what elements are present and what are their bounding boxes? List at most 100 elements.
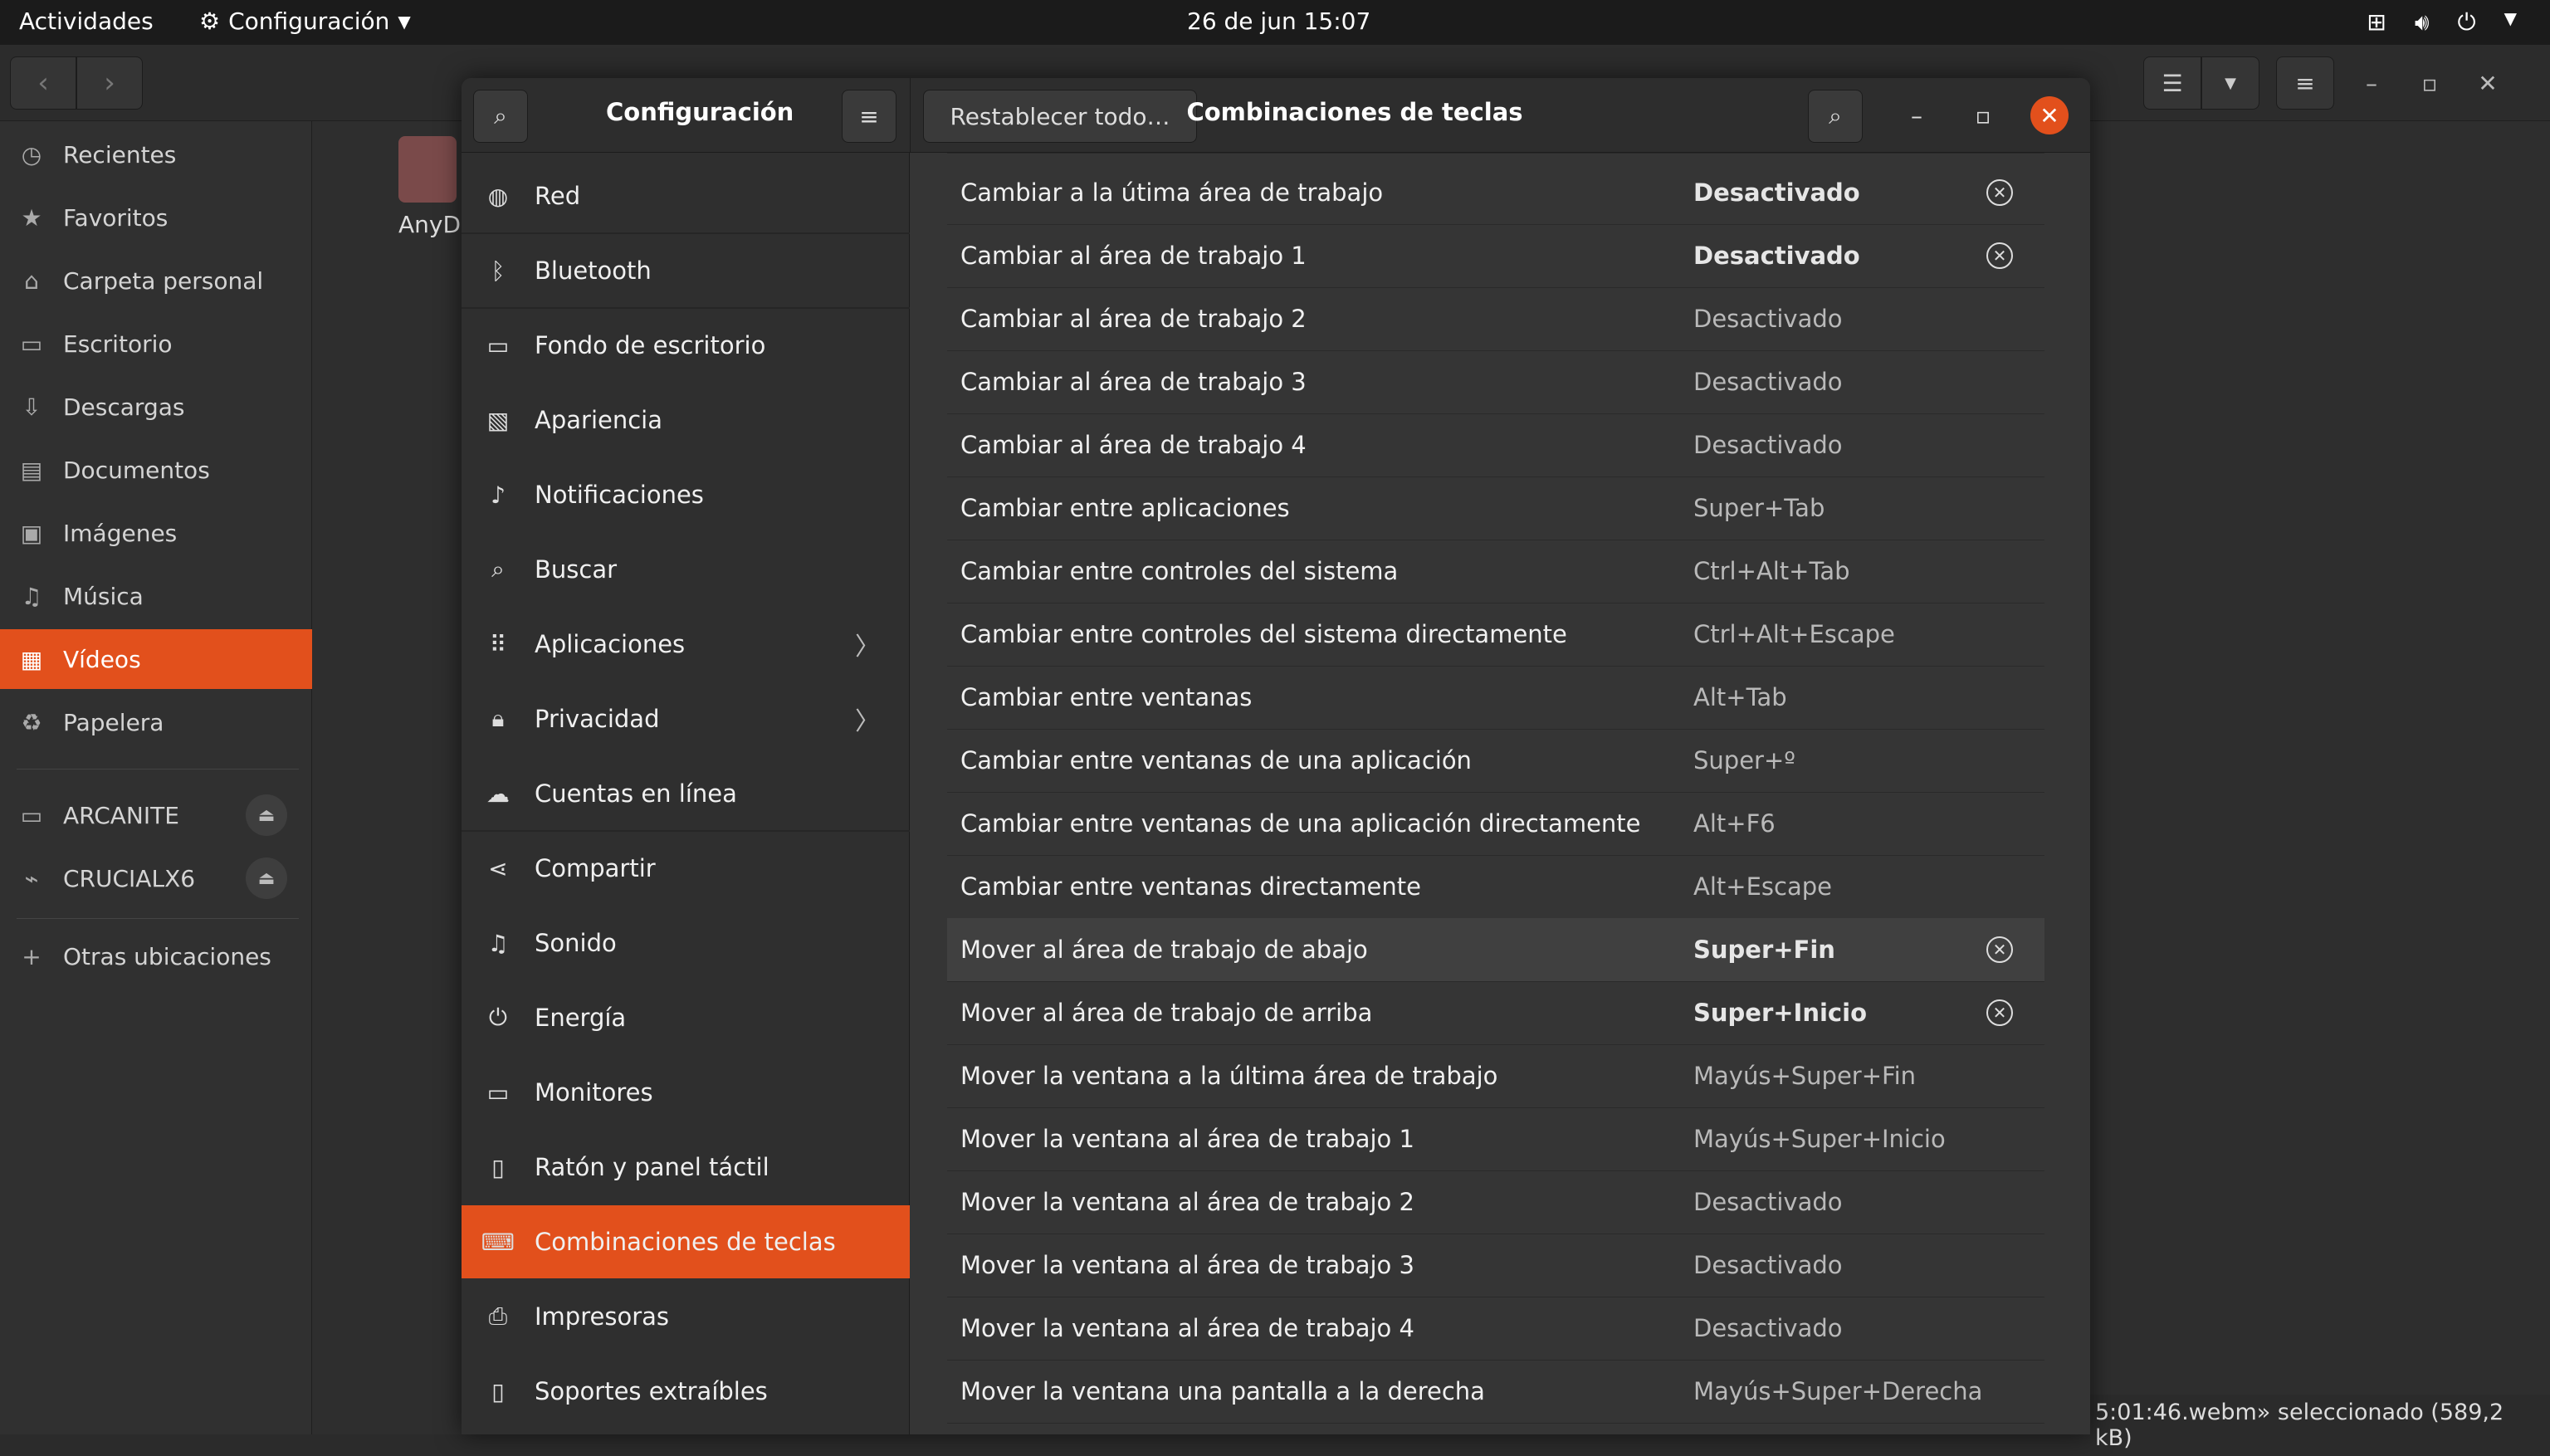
shortcut-name: Mover la ventana al área de trabajo 1 [960, 1125, 1414, 1153]
shortcut-row[interactable]: Cambiar entre aplicaciones Super+Tab [947, 476, 2044, 540]
nav-item-bell[interactable]: ♪ Notificaciones [462, 458, 910, 531]
sidebar-item-home[interactable]: ⌂ Carpeta personal [0, 251, 312, 310]
nav-item-monitor[interactable]: ▭ Monitores [462, 1056, 910, 1129]
top-bar: Actividades ⚙ Configuración ▼ 26 de jun … [0, 0, 2550, 45]
divider [462, 830, 910, 832]
nav-item-keyboard[interactable]: ⌨ Combinaciones de teclas [462, 1205, 910, 1278]
sidebar-item-label: Imágenes [63, 519, 178, 547]
shortcut-row[interactable]: Cambiar al área de trabajo 2 Desactivado [947, 287, 2044, 350]
cloud-icon: ☁ [486, 779, 510, 808]
sidebar-item-trash[interactable]: ♻ Papelera [0, 692, 312, 752]
maximize-button[interactable]: ▫ [1964, 96, 2002, 134]
sidebar-item-star[interactable]: ★ Favoritos [0, 188, 312, 247]
shortcut-accelerator: Desactivado [1693, 431, 1843, 459]
clock[interactable]: 26 de jun 15:07 [1187, 7, 1370, 35]
shortcut-search-button[interactable]: ⌕ [1808, 90, 1863, 143]
close-button[interactable]: ✕ [2030, 96, 2069, 134]
shortcut-row[interactable]: Cambiar al área de trabajo 3 Desactivado [947, 350, 2044, 413]
shortcut-row[interactable]: Cambiar entre controles del sistema dire… [947, 603, 2044, 666]
sidebar-item-label: Vídeos [63, 645, 141, 673]
nav-item-network[interactable]: ◍ Red [462, 159, 910, 232]
nav-item-bluetooth[interactable]: ᛒ Bluetooth [462, 234, 910, 307]
shortcut-row[interactable]: Mover la ventana al área de trabajo 3 Des… [947, 1234, 2044, 1297]
forward-button[interactable]: › [76, 56, 143, 110]
shortcut-row[interactable]: Cambiar al área de trabajo 4 Desactivado [947, 413, 2044, 476]
eject-icon[interactable]: ⏏ [246, 857, 287, 899]
sidebar-item-other-locations[interactable]: + Otras ubicaciones [0, 926, 312, 986]
download-icon: ⇩ [22, 393, 42, 421]
chevron-left-icon: ‹ [37, 66, 49, 100]
shortcut-row[interactable]: Mover la ventana a la última área de tra… [947, 1044, 2044, 1107]
nav-item-search[interactable]: ⌕ Buscar [462, 533, 910, 606]
nav-item-mouse[interactable]: ▯ Ratón y panel táctil [462, 1131, 910, 1204]
sidebar-device-arcanite[interactable]: ▭ ARCANITE ⏏ [0, 785, 312, 845]
shortcut-row[interactable]: Cambiar entre controles del sistema Ctrl+… [947, 540, 2044, 603]
settings-nav: ◍ Red ᛒ Bluetooth ▭ Fondo de escritorio ▧ Apari… [462, 153, 910, 1434]
sidebar-item-clock[interactable]: ◷ Recientes [0, 125, 312, 184]
shortcut-name: Cambiar entre aplicaciones [960, 494, 1290, 522]
nav-item-apps[interactable]: ⠿ Aplicaciones 〉 [462, 608, 910, 681]
shortcut-row[interactable]: Cambiar entre ventanas de una aplicación… [947, 792, 2044, 855]
shortcut-list: Cambiar a la útima área de trabajo Desact… [911, 153, 2090, 1434]
minimize-button[interactable]: – [1898, 96, 1936, 134]
sidebar-item-download[interactable]: ⇩ Descargas [0, 377, 312, 437]
sidebar-item-music[interactable]: ♫ Música [0, 566, 312, 626]
reset-shortcut-icon[interactable]: ✕ [1986, 999, 2013, 1026]
nav-item-printer[interactable]: ⎙ Impresoras [462, 1280, 910, 1353]
nav-item-label: Aplicaciones [535, 630, 686, 658]
back-button[interactable]: ‹ [10, 56, 76, 110]
nav-item-label: Soportes extraíbles [535, 1377, 768, 1405]
shortcut-row[interactable]: Cambiar a la útima área de trabajo Desact… [947, 161, 2044, 224]
reset-all-button[interactable]: Restablecer todo… [923, 90, 1197, 143]
system-tray[interactable]: ⊞ 🔊︎ ⏻ ▼ [2367, 8, 2517, 37]
nav-item-cloud[interactable]: ☁ Cuentas en línea [462, 757, 910, 830]
shortcut-row[interactable]: Mover la ventana al área de trabajo 4 Des… [947, 1297, 2044, 1360]
shortcut-row[interactable]: Cambiar entre ventanas directamente Alt+E… [947, 855, 2044, 918]
shortcut-row[interactable]: Mover la ventana una pantalla a la derec… [947, 1360, 2044, 1423]
menu-button[interactable]: ≡ [2276, 56, 2334, 110]
nav-item-appearance[interactable]: ▧ Apariencia [462, 384, 910, 457]
sidebar-device-crucialx6[interactable]: ⌁ CRUCIALX6 ⏏ [0, 848, 312, 908]
sidebar-item-document[interactable]: ▤ Documentos [0, 440, 312, 500]
shortcut-row[interactable]: Mover la ventana al área de trabajo 2 Des… [947, 1170, 2044, 1234]
reset-shortcut-icon[interactable]: ✕ [1986, 179, 2013, 206]
sidebar-item-label: Descargas [63, 393, 185, 421]
shortcut-row[interactable]: Cambiar entre ventanas Alt+Tab [947, 666, 2044, 729]
shortcut-row[interactable]: Cambiar al área de trabajo 1 Desactivado ✕ [947, 224, 2044, 287]
close-button[interactable]: ✕ [2467, 56, 2508, 110]
document-icon: ▤ [20, 456, 43, 484]
shortcut-name: Cambiar entre ventanas de una aplicación [960, 746, 1472, 774]
caret-down-icon: ▼ [2225, 74, 2236, 92]
minimize-button[interactable]: – [2351, 56, 2392, 110]
nav-item-sound[interactable]: ♫ Sonido [462, 906, 910, 980]
hamburger-icon: ≡ [859, 102, 879, 130]
sidebar-item-label: ARCANITE [63, 801, 179, 829]
sidebar-item-video[interactable]: ▦ Vídeos [0, 629, 312, 689]
sidebar-item-desktop[interactable]: ▭ Escritorio [0, 314, 312, 374]
nav-item-lock[interactable]: 🔒︎ Privacidad 〉 [462, 682, 910, 755]
nav-item-removable-media[interactable]: ▯ Soportes extraíbles [462, 1355, 910, 1428]
view-options-button[interactable]: ▼ [2201, 56, 2259, 110]
bluetooth-icon: ᛒ [491, 257, 506, 285]
sidebar-item-label: Documentos [63, 456, 210, 484]
shortcut-row[interactable]: Mover la ventana al área de trabajo 1 May… [947, 1107, 2044, 1170]
shortcut-row[interactable]: Mover al área de trabajo de arriba Super+… [947, 981, 2044, 1044]
shortcut-row[interactable]: Mover al área de trabajo de abajo Super+F… [947, 918, 2044, 981]
shortcut-row[interactable]: Cambiar entre ventanas de una aplicación… [947, 729, 2044, 792]
settings-menu-button[interactable]: ≡ [842, 90, 896, 143]
nav-item-power[interactable]: ⏻ Energía [462, 981, 910, 1054]
activities-button[interactable]: Actividades [19, 7, 154, 35]
shortcut-accelerator: Ctrl+Alt+Tab [1693, 557, 1850, 585]
nav-search-button[interactable]: ⌕ [473, 90, 528, 143]
caret-down-icon: ▼ [2504, 8, 2517, 28]
nav-item-share[interactable]: ⋖ Compartir [462, 832, 910, 905]
nav-item-label: Combinaciones de teclas [535, 1228, 836, 1256]
reset-shortcut-icon[interactable]: ✕ [1986, 936, 2013, 963]
app-menu[interactable]: ⚙ Configuración ▼ [199, 7, 411, 35]
list-view-button[interactable]: ☰ [2143, 56, 2201, 110]
eject-icon[interactable]: ⏏ [246, 794, 287, 836]
sidebar-item-image[interactable]: ▣ Imágenes [0, 503, 312, 563]
reset-shortcut-icon[interactable]: ✕ [1986, 242, 2013, 269]
maximize-button[interactable]: ▫ [2409, 56, 2450, 110]
nav-item-wallpaper[interactable]: ▭ Fondo de escritorio [462, 309, 910, 382]
